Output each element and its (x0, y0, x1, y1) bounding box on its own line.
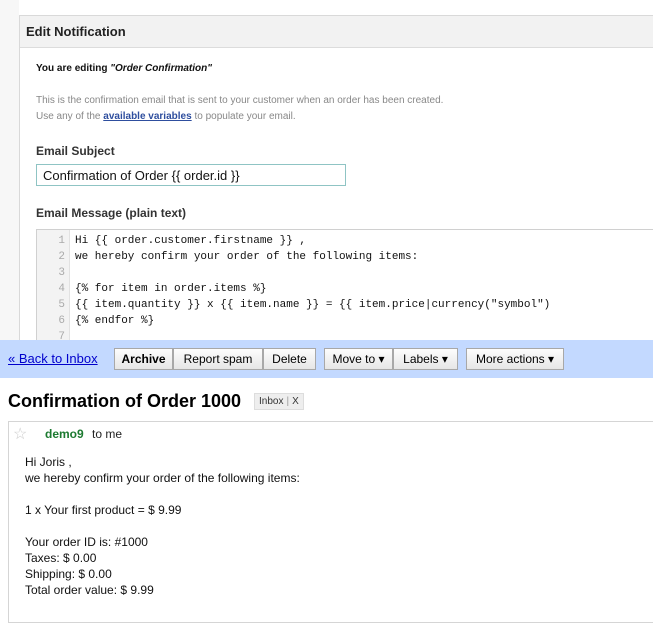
archive-button[interactable]: Archive (114, 348, 173, 370)
editing-prefix: You are editing (36, 63, 111, 74)
code-text: {% endfor %} (75, 315, 155, 327)
star-icon[interactable]: ☆ (13, 424, 27, 444)
description-line-1: This is the confirmation email that is s… (36, 95, 444, 106)
label-separator: | (286, 396, 290, 407)
description-post: to populate your email. (191, 111, 296, 122)
body-line: Your order ID is: #1000 (25, 535, 148, 549)
body-line: Taxes: $ 0.00 (25, 551, 97, 565)
remove-label-icon[interactable]: X (292, 396, 299, 407)
inbox-label-chip: Inbox | X (254, 393, 304, 410)
description-pre: Use any of the (36, 111, 104, 122)
body-line: 1 x Your first product = $ 9.99 (25, 503, 182, 517)
line-number: 5 (58, 299, 65, 311)
recipient-text: to me (92, 427, 123, 441)
code-line: 6 {% endfor %} (37, 313, 154, 329)
body-line: Total order value: $ 9.99 (25, 583, 154, 597)
available-variables-link[interactable]: available variables (103, 111, 191, 122)
more-actions-button[interactable]: More actions ▾ (466, 348, 564, 370)
code-text: Hi {{ order.customer.firstname }} , (75, 235, 307, 247)
line-number: 2 (58, 251, 65, 263)
edit-notification-panel: Edit Notification You are editing "Order… (19, 15, 653, 343)
delete-button[interactable]: Delete (263, 348, 316, 370)
editing-notice: You are editing "Order Confirmation" (36, 63, 212, 74)
edit-notification-section: Edit Notification You are editing "Order… (0, 0, 653, 343)
line-number: 4 (58, 283, 65, 295)
left-sidebar-strip (0, 0, 19, 340)
inbox-label[interactable]: Inbox (259, 396, 283, 407)
editing-name: "Order Confirmation" (110, 63, 212, 74)
message-subject: Confirmation of Order 1000 (8, 391, 242, 411)
email-message-editor[interactable]: 1 Hi {{ order.customer.firstname }} , 2 we… (36, 229, 653, 343)
code-line: 4 {% for item in order.items %} (37, 281, 266, 297)
message-card: ☆ demo9 to me Hi Joris , we hereby confi… (8, 421, 653, 623)
back-to-inbox-link[interactable]: « Back to Inbox (8, 351, 98, 366)
code-text: {{ item.quantity }} x {{ item.name }} = … (75, 299, 551, 311)
code-text: we hereby confirm your order of the foll… (75, 251, 419, 263)
code-line: 2 we hereby confirm your order of the fol… (37, 249, 418, 265)
line-number: 1 (58, 235, 65, 247)
body-line: we hereby confirm your order of the foll… (25, 471, 300, 485)
body-line: Hi Joris , (25, 455, 72, 469)
line-number: 6 (58, 315, 65, 327)
move-to-button[interactable]: Move to ▾ (324, 348, 393, 370)
body-line: Shipping: $ 0.00 (25, 567, 112, 581)
email-subject-input[interactable]: Confirmation of Order {{ order.id }} (36, 164, 346, 186)
labels-button[interactable]: Labels ▾ (393, 348, 458, 370)
line-number: 3 (58, 267, 65, 279)
mail-toolbar: « Back to Inbox Archive Report spam Dele… (0, 340, 653, 378)
code-line: 5 {{ item.quantity }} x {{ item.name }} =… (37, 297, 550, 313)
code-line: 3 (37, 265, 65, 281)
description-line-2: Use any of the available variables to po… (36, 109, 443, 125)
email-subject-label: Email Subject (36, 144, 115, 158)
sender-name[interactable]: demo9 (45, 427, 84, 441)
code-text: {% for item in order.items %} (75, 283, 267, 295)
email-message-label: Email Message (plain text) (36, 206, 187, 220)
panel-title: Edit Notification (20, 16, 653, 48)
report-spam-button[interactable]: Report spam (173, 348, 263, 370)
archive-label: Archive (121, 352, 166, 366)
description: This is the confirmation email that is s… (36, 93, 443, 125)
code-line: 1 Hi {{ order.customer.firstname }} , (37, 233, 306, 249)
